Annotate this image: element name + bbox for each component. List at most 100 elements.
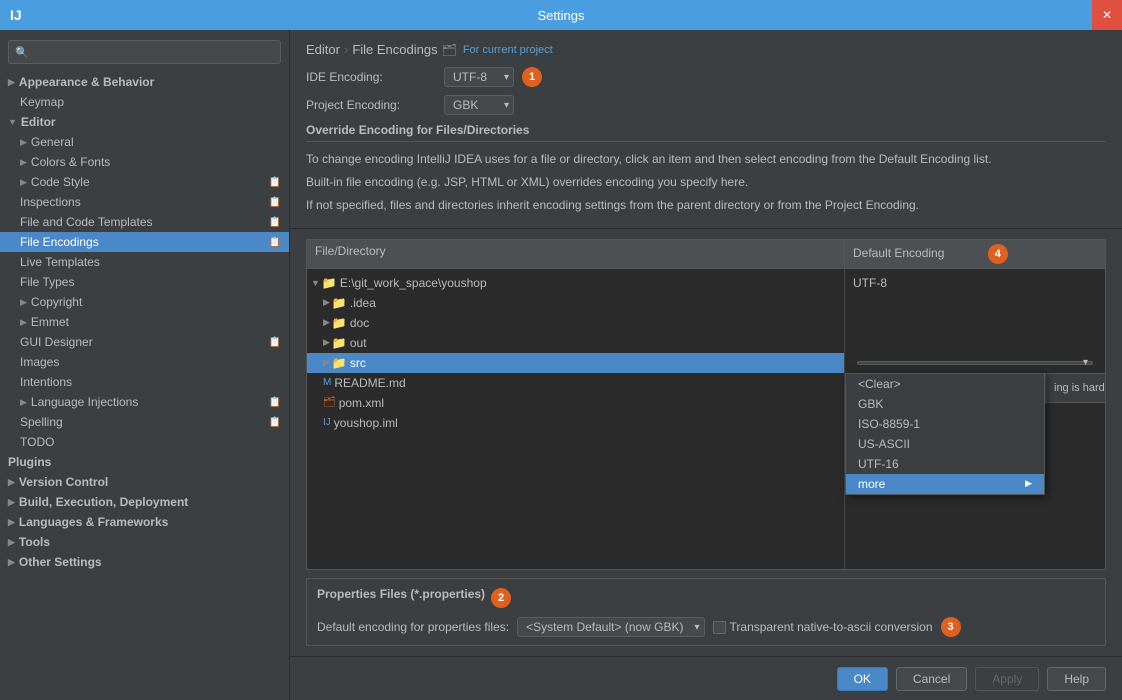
tree-item-label: .idea	[350, 296, 376, 310]
sidebar-item-label: File Types	[20, 275, 74, 289]
badge-icon: 📋	[269, 397, 281, 408]
native-ascii-text: Transparent native-to-ascii conversion	[730, 620, 933, 634]
sidebar-item-plugins[interactable]: Plugins	[0, 452, 289, 472]
sidebar-item-label: Inspections	[20, 195, 81, 209]
sidebar-item-version-control[interactable]: ▶ Version Control	[0, 472, 289, 492]
enc-dropdown-container: <Clear> GBK ISO-8859-1 US-ASCII UTF-16 m…	[845, 353, 1105, 373]
folder-icon: 📁	[332, 356, 347, 370]
properties-encoding-dropdown[interactable]: <System Default> (now GBK)	[517, 617, 704, 637]
tree-row[interactable]: 🗂 pom.xml	[307, 393, 844, 413]
sidebar-item-label: Keymap	[20, 95, 64, 109]
close-button[interactable]: ✕	[1092, 0, 1122, 30]
tree-row[interactable]: ▶ 📁 src	[307, 353, 844, 373]
project-icon: 🗂	[442, 43, 457, 57]
app-icon: IJ	[10, 7, 22, 23]
sidebar-item-live-templates[interactable]: Live Templates	[0, 252, 289, 272]
folder-icon: 📁	[332, 336, 347, 350]
sidebar-item-keymap[interactable]: Keymap	[0, 92, 289, 112]
file-table: File/Directory Default Encoding 4 ▼ 📁 E:…	[306, 239, 1106, 570]
popup-item-gbk[interactable]: GBK	[846, 394, 1044, 414]
popup-item-utf16[interactable]: UTF-16	[846, 454, 1044, 474]
sidebar-item-label: Language Injections	[31, 395, 138, 409]
encoding-popup: <Clear> GBK ISO-8859-1 US-ASCII UTF-16 m…	[845, 373, 1045, 495]
tree-item-label: pom.xml	[339, 396, 384, 410]
arrow-icon: ▶	[8, 557, 15, 568]
project-encoding-dropdown[interactable]: GBK	[444, 95, 514, 115]
sidebar-item-gui-designer[interactable]: GUI Designer 📋	[0, 332, 289, 352]
sidebar-item-colors-fonts[interactable]: ▶ Colors & Fonts	[0, 152, 289, 172]
folder-icon: 📁	[332, 296, 347, 310]
cancel-button[interactable]: Cancel	[896, 667, 967, 691]
sidebar-item-images[interactable]: Images	[0, 352, 289, 372]
content-header: Editor › File Encodings 🗂 For current pr…	[290, 30, 1122, 229]
sidebar-item-label: Live Templates	[20, 255, 100, 269]
file-col-body: ▼ 📁 E:\git_work_space\youshop ▶ 📁 .idea	[307, 269, 845, 569]
override-section: Override Encoding for Files/Directories …	[306, 123, 1106, 216]
sidebar-item-label: Plugins	[8, 455, 51, 469]
tree-item-label: youshop.iml	[334, 416, 398, 430]
file-xml-icon: 🗂	[323, 397, 336, 408]
nav-tree: ▶ Appearance & Behavior Keymap ▼ Editor …	[0, 72, 289, 700]
properties-title: Properties Files (*.properties)	[317, 587, 485, 601]
popup-item-iso[interactable]: ISO-8859-1	[846, 414, 1044, 434]
sidebar-item-spelling[interactable]: Spelling 📋	[0, 412, 289, 432]
override-title: Override Encoding for Files/Directories	[306, 123, 1106, 142]
sidebar-item-todo[interactable]: TODO	[0, 432, 289, 452]
info-text-1: To change encoding IntelliJ IDEA uses fo…	[306, 150, 1106, 169]
sidebar-item-languages-frameworks[interactable]: ▶ Languages & Frameworks	[0, 512, 289, 532]
arrow-icon: ▶	[8, 77, 15, 88]
sidebar-item-file-code-templates[interactable]: File and Code Templates 📋	[0, 212, 289, 232]
sidebar-item-copyright[interactable]: ▶ Copyright	[0, 292, 289, 312]
native-ascii-checkbox[interactable]	[713, 621, 726, 634]
properties-row: Default encoding for properties files: <…	[317, 617, 1095, 637]
info-text-2: Built-in file encoding (e.g. JSP, HTML o…	[306, 173, 1106, 192]
tree-row[interactable]: ▼ 📁 E:\git_work_space\youshop	[307, 273, 844, 293]
apply-button[interactable]: Apply	[975, 667, 1039, 691]
badge-icon: 📋	[269, 237, 281, 248]
sidebar-item-code-style[interactable]: ▶ Code Style 📋	[0, 172, 289, 192]
tree-item-label: src	[350, 356, 366, 370]
arrow-icon: ▶	[20, 297, 27, 308]
arrow-icon: ▶	[8, 517, 15, 528]
sidebar-item-label: Editor	[21, 115, 56, 129]
sidebar-item-label: Languages & Frameworks	[19, 515, 168, 529]
tree-row[interactable]: ▶ 📁 doc	[307, 313, 844, 333]
sidebar-item-intentions[interactable]: Intentions	[0, 372, 289, 392]
ide-encoding-dropdown[interactable]: UTF-8	[444, 67, 514, 87]
tree-row[interactable]: M README.md	[307, 373, 844, 393]
help-button[interactable]: Help	[1047, 667, 1106, 691]
window-title: Settings	[538, 8, 585, 23]
tree-row[interactable]: IJ youshop.iml	[307, 413, 844, 433]
sidebar-item-label: Tools	[19, 535, 50, 549]
sidebar-item-appearance[interactable]: ▶ Appearance & Behavior	[0, 72, 289, 92]
encoding-note: ing is hard-coded in the ... module file…	[1045, 373, 1106, 404]
tree-row[interactable]: ▶ 📁 out	[307, 333, 844, 353]
sidebar-item-language-injections[interactable]: ▶ Language Injections 📋	[0, 392, 289, 412]
tree-row[interactable]: ▶ 📁 .idea	[307, 293, 844, 313]
popup-item-usascii[interactable]: US-ASCII	[846, 434, 1044, 454]
native-ascii-label: Transparent native-to-ascii conversion	[713, 620, 933, 634]
content-body: File/Directory Default Encoding 4 ▼ 📁 E:…	[290, 229, 1122, 656]
sidebar-item-build-exec-deploy[interactable]: ▶ Build, Execution, Deployment	[0, 492, 289, 512]
enc-value: UTF-8	[845, 273, 1105, 293]
badge-icon: 📋	[269, 197, 281, 208]
popup-item-clear[interactable]: <Clear>	[846, 374, 1044, 394]
enc-value	[845, 293, 1105, 313]
badge-3: 3	[941, 617, 961, 637]
sidebar-item-file-encodings[interactable]: File Encodings 📋	[0, 232, 289, 252]
project-link[interactable]: For current project	[463, 44, 553, 56]
encoding-dropdown[interactable]	[857, 361, 1093, 365]
sidebar-item-inspections[interactable]: Inspections 📋	[0, 192, 289, 212]
sidebar-item-file-types[interactable]: File Types	[0, 272, 289, 292]
search-box[interactable]: 🔍	[8, 40, 281, 64]
sidebar-item-tools[interactable]: ▶ Tools	[0, 532, 289, 552]
sidebar-item-editor[interactable]: ▼ Editor	[0, 112, 289, 132]
default-enc-header: Default Encoding 4	[845, 240, 1105, 268]
ok-button[interactable]: OK	[837, 667, 888, 691]
sidebar-item-other-settings[interactable]: ▶ Other Settings	[0, 552, 289, 572]
sidebar-item-emmet[interactable]: ▶ Emmet	[0, 312, 289, 332]
popup-item-more[interactable]: more	[846, 474, 1044, 494]
sidebar-item-general[interactable]: ▶ General	[0, 132, 289, 152]
folder-icon: 📁	[322, 276, 337, 290]
tree-item-label: doc	[350, 316, 369, 330]
